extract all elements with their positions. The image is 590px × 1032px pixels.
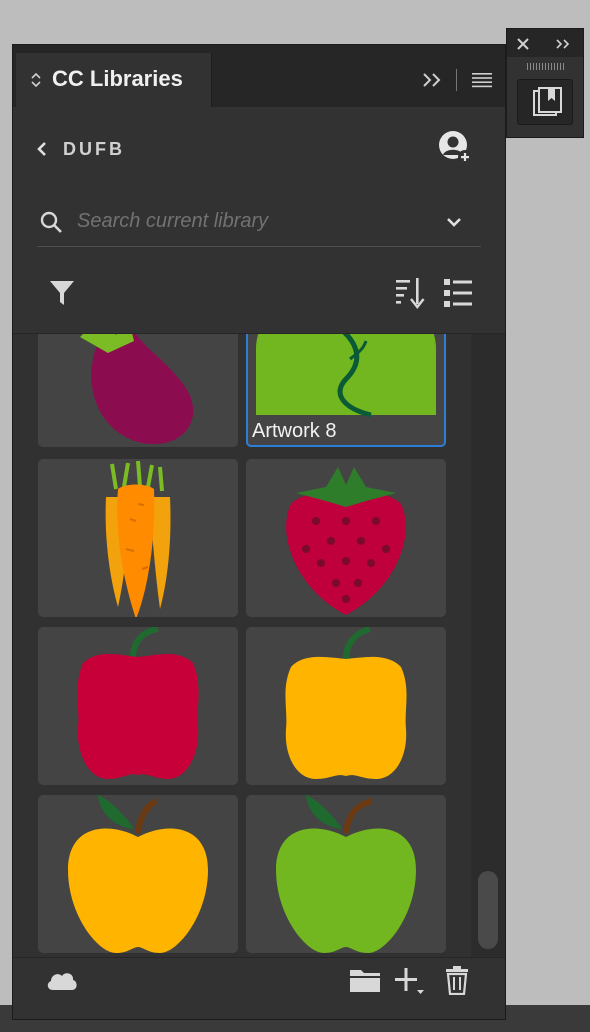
tab-divider: [456, 69, 457, 91]
asset-tile-strawberry[interactable]: [246, 459, 446, 617]
scrollbar-track[interactable]: [471, 334, 505, 958]
collapsed-panel-dock: [506, 28, 584, 138]
back-chevron-icon[interactable]: [35, 140, 49, 158]
expand-icon[interactable]: [555, 38, 571, 50]
collapse-double-chevron-icon[interactable]: [421, 71, 443, 89]
cloud-icon[interactable]: [45, 968, 79, 994]
panel-tab-bar: CC Libraries: [13, 53, 505, 107]
search-bar: [37, 195, 481, 247]
asset-label: Artwork 8: [252, 420, 337, 442]
folder-icon[interactable]: [349, 966, 381, 994]
dock-title-bar[interactable]: [507, 29, 583, 57]
library-header: DUFB: [13, 107, 505, 317]
panel-menu-icon[interactable]: [471, 71, 493, 89]
chevron-down-icon[interactable]: [445, 215, 463, 229]
filter-icon[interactable]: [49, 279, 75, 307]
carrots-artwork: [105, 460, 171, 617]
user-add-icon[interactable]: [437, 129, 473, 165]
asset-tile-red-pepper[interactable]: [38, 627, 238, 785]
list-view-icon[interactable]: [443, 277, 473, 309]
panel-drag-bar[interactable]: [13, 45, 505, 53]
close-icon[interactable]: [517, 38, 529, 50]
strawberry-artwork: [286, 467, 406, 615]
asset-tile-yellow-apple[interactable]: [38, 795, 238, 953]
yellow-apple-artwork: [68, 795, 208, 953]
asset-tile-green-apple[interactable]: [246, 795, 446, 953]
panel-footer: [13, 957, 505, 1014]
add-icon[interactable]: [393, 966, 427, 996]
cc-libraries-panel: CC Libraries DUFB Search current library…: [12, 44, 506, 1020]
asset-tile-artwork-8[interactable]: Artwork 8: [246, 334, 446, 447]
updown-arrows-icon: [31, 72, 41, 88]
asset-tile-carrots[interactable]: [38, 459, 238, 617]
search-icon: [40, 211, 62, 233]
search-input[interactable]: [77, 205, 407, 237]
tab-cc-libraries[interactable]: CC Libraries: [16, 53, 212, 107]
asset-tile-yellow-pepper[interactable]: [246, 627, 446, 785]
dock-grip[interactable]: [527, 63, 565, 70]
library-name[interactable]: DUFB: [63, 139, 125, 160]
green-apple-2-artwork: [276, 795, 416, 953]
red-pepper-artwork: [77, 627, 199, 779]
sort-icon[interactable]: [395, 277, 425, 309]
libraries-dock-button[interactable]: [517, 79, 573, 125]
scrollbar-thumb[interactable]: [478, 871, 498, 949]
eggplant-artwork: [80, 334, 194, 445]
tab-title: CC Libraries: [52, 66, 183, 91]
library-assets-grid: Artwork 8: [13, 333, 505, 958]
asset-tile-eggplant[interactable]: [38, 334, 238, 447]
yellow-pepper-artwork: [285, 627, 407, 779]
trash-icon[interactable]: [445, 965, 469, 995]
libraries-icon: [533, 87, 562, 116]
